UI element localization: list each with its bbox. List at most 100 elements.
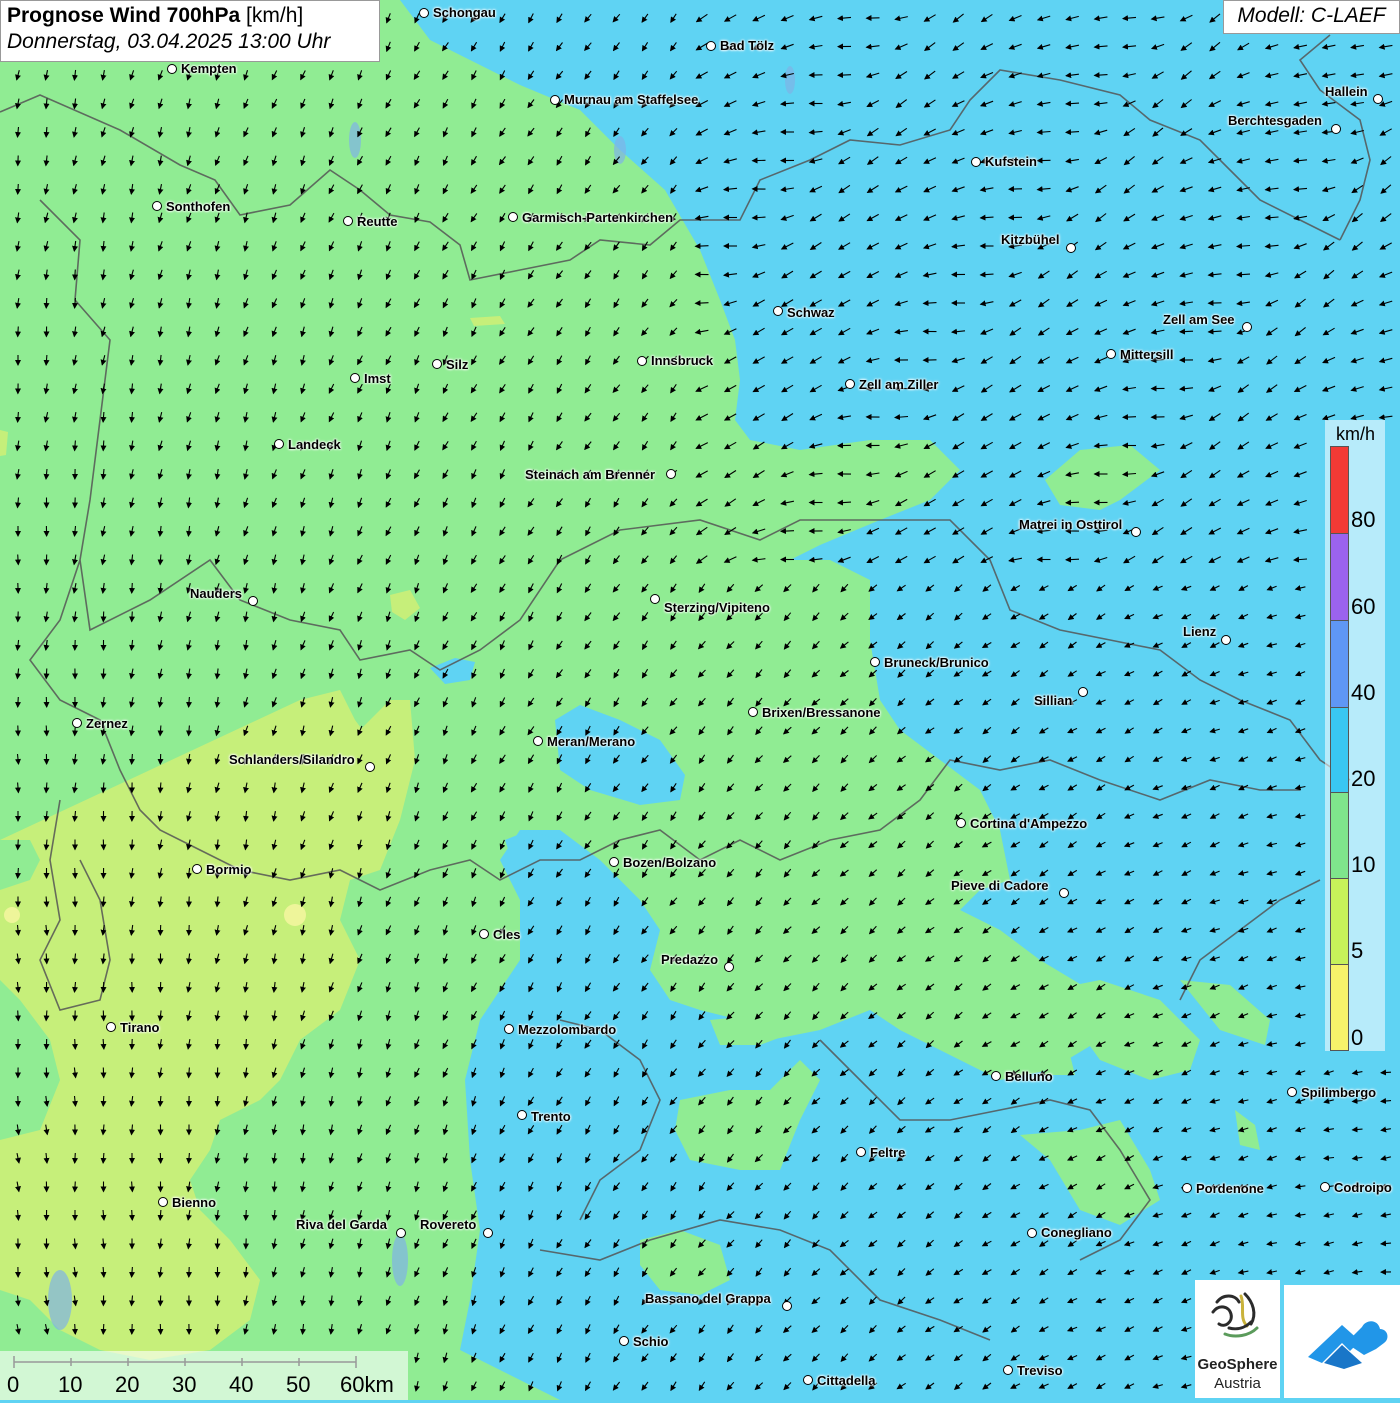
city-label: Matrei in Osttirol xyxy=(1019,517,1122,532)
wind-arrow xyxy=(103,669,104,679)
geosphere-country: Austria xyxy=(1195,1375,1280,1392)
city-label: Berchtesgaden xyxy=(1228,113,1322,128)
city-label: Cles xyxy=(493,927,520,942)
city-marker xyxy=(971,157,981,167)
wind-arrow xyxy=(18,1011,19,1021)
city-marker xyxy=(856,1147,866,1157)
city-marker xyxy=(248,596,258,606)
city-marker xyxy=(1331,124,1341,134)
city-marker xyxy=(1373,94,1383,104)
city-marker xyxy=(724,962,734,972)
city-marker xyxy=(782,1301,792,1311)
city-marker xyxy=(517,1110,527,1120)
wind-zone-0-5 xyxy=(4,907,20,923)
city-marker xyxy=(1066,243,1076,253)
legend-label: 60 xyxy=(1351,594,1375,620)
wind-arrow xyxy=(838,75,851,76)
city-marker xyxy=(1003,1365,1013,1375)
city-label: Bad Tölz xyxy=(720,38,774,53)
legend-label: 5 xyxy=(1351,938,1363,964)
city-marker xyxy=(396,1228,406,1238)
title-main: Prognose Wind 700hPa xyxy=(7,4,240,27)
city-label: Zell am See xyxy=(1163,312,1235,327)
wind-arrow xyxy=(132,583,133,593)
title-unit: [km/h] xyxy=(246,4,303,27)
city-marker xyxy=(1106,349,1116,359)
city-label: Mezzolombardo xyxy=(518,1022,616,1037)
legend-label: 0 xyxy=(1351,1025,1363,1051)
legend-color-5 xyxy=(1330,878,1349,965)
wind-zone-0-5 xyxy=(284,904,306,926)
wind-arrow xyxy=(46,726,47,736)
wind-arrow xyxy=(1180,331,1193,332)
wind-arrow xyxy=(781,531,794,532)
city-marker xyxy=(550,95,560,105)
city-label: Hallein xyxy=(1325,84,1368,99)
city-label: Codroipo xyxy=(1334,1180,1392,1195)
city-label: Schio xyxy=(633,1334,668,1349)
wind-arrow xyxy=(1066,502,1079,503)
city-label: Tirano xyxy=(120,1020,160,1035)
app-logo xyxy=(1284,1285,1400,1398)
city-label: Imst xyxy=(364,371,391,386)
city-marker xyxy=(619,1336,629,1346)
city-marker xyxy=(803,1375,813,1385)
legend-color-0 xyxy=(1330,964,1349,1051)
wind-arrow xyxy=(18,840,19,850)
legend-color-10 xyxy=(1330,792,1349,879)
city-marker xyxy=(1320,1182,1330,1192)
wind-arrow xyxy=(18,184,19,194)
city-marker xyxy=(637,356,647,366)
city-marker xyxy=(1059,888,1069,898)
city-label: Pieve di Cadore xyxy=(951,878,1049,893)
wind-arrow xyxy=(46,954,47,964)
city-marker xyxy=(479,929,489,939)
scale-label: 0 xyxy=(7,1372,19,1398)
city-label: Bienno xyxy=(172,1195,216,1210)
wind-arrow xyxy=(18,555,19,565)
wind-arrow xyxy=(75,897,76,907)
legend-label: 80 xyxy=(1351,507,1375,533)
city-marker xyxy=(504,1024,514,1034)
scale-label: 40 xyxy=(229,1372,253,1398)
city-marker xyxy=(1131,527,1141,537)
city-marker xyxy=(956,818,966,828)
city-label: Zernez xyxy=(86,716,128,731)
scale-label: 60km xyxy=(340,1372,394,1398)
scale-label: 10 xyxy=(58,1372,82,1398)
wind-arrow xyxy=(75,270,76,280)
city-label: Predazzo xyxy=(661,952,718,967)
city-marker xyxy=(1221,635,1231,645)
city-label: Belluno xyxy=(1005,1069,1053,1084)
city-label: Sterzing/Vipiteno xyxy=(664,600,770,615)
city-marker xyxy=(845,379,855,389)
city-label: Sillian xyxy=(1034,693,1072,708)
city-marker xyxy=(274,439,284,449)
city-marker xyxy=(106,1022,116,1032)
wind-arrow xyxy=(75,1182,76,1192)
city-label: Mittersill xyxy=(1120,347,1173,362)
geosphere-emblem-icon xyxy=(1195,1280,1280,1350)
wind-arrow xyxy=(1066,559,1079,560)
legend-color-20 xyxy=(1330,707,1349,793)
wind-arrow xyxy=(1123,417,1136,418)
city-label: Treviso xyxy=(1017,1363,1063,1378)
wind-arrow xyxy=(696,246,709,247)
city-label: Bormio xyxy=(206,862,252,877)
city-label: Cortina d'Ampezzo xyxy=(970,816,1087,831)
city-label: Steinach am Brenner xyxy=(525,467,655,482)
city-label: Trento xyxy=(531,1109,571,1124)
city-label: Zell am Ziller xyxy=(859,377,938,392)
city-marker xyxy=(192,864,202,874)
city-marker xyxy=(666,469,676,479)
wind-arrow xyxy=(75,868,76,878)
city-marker xyxy=(870,657,880,667)
city-marker xyxy=(1078,687,1088,697)
city-label: Pordenone xyxy=(1196,1181,1264,1196)
city-marker xyxy=(167,64,177,74)
city-label: Bozen/Bolzano xyxy=(623,855,716,870)
city-label: Riva del Garda xyxy=(296,1217,387,1232)
city-marker xyxy=(1027,1228,1037,1238)
city-marker xyxy=(748,707,758,717)
wind-arrow xyxy=(103,441,104,451)
